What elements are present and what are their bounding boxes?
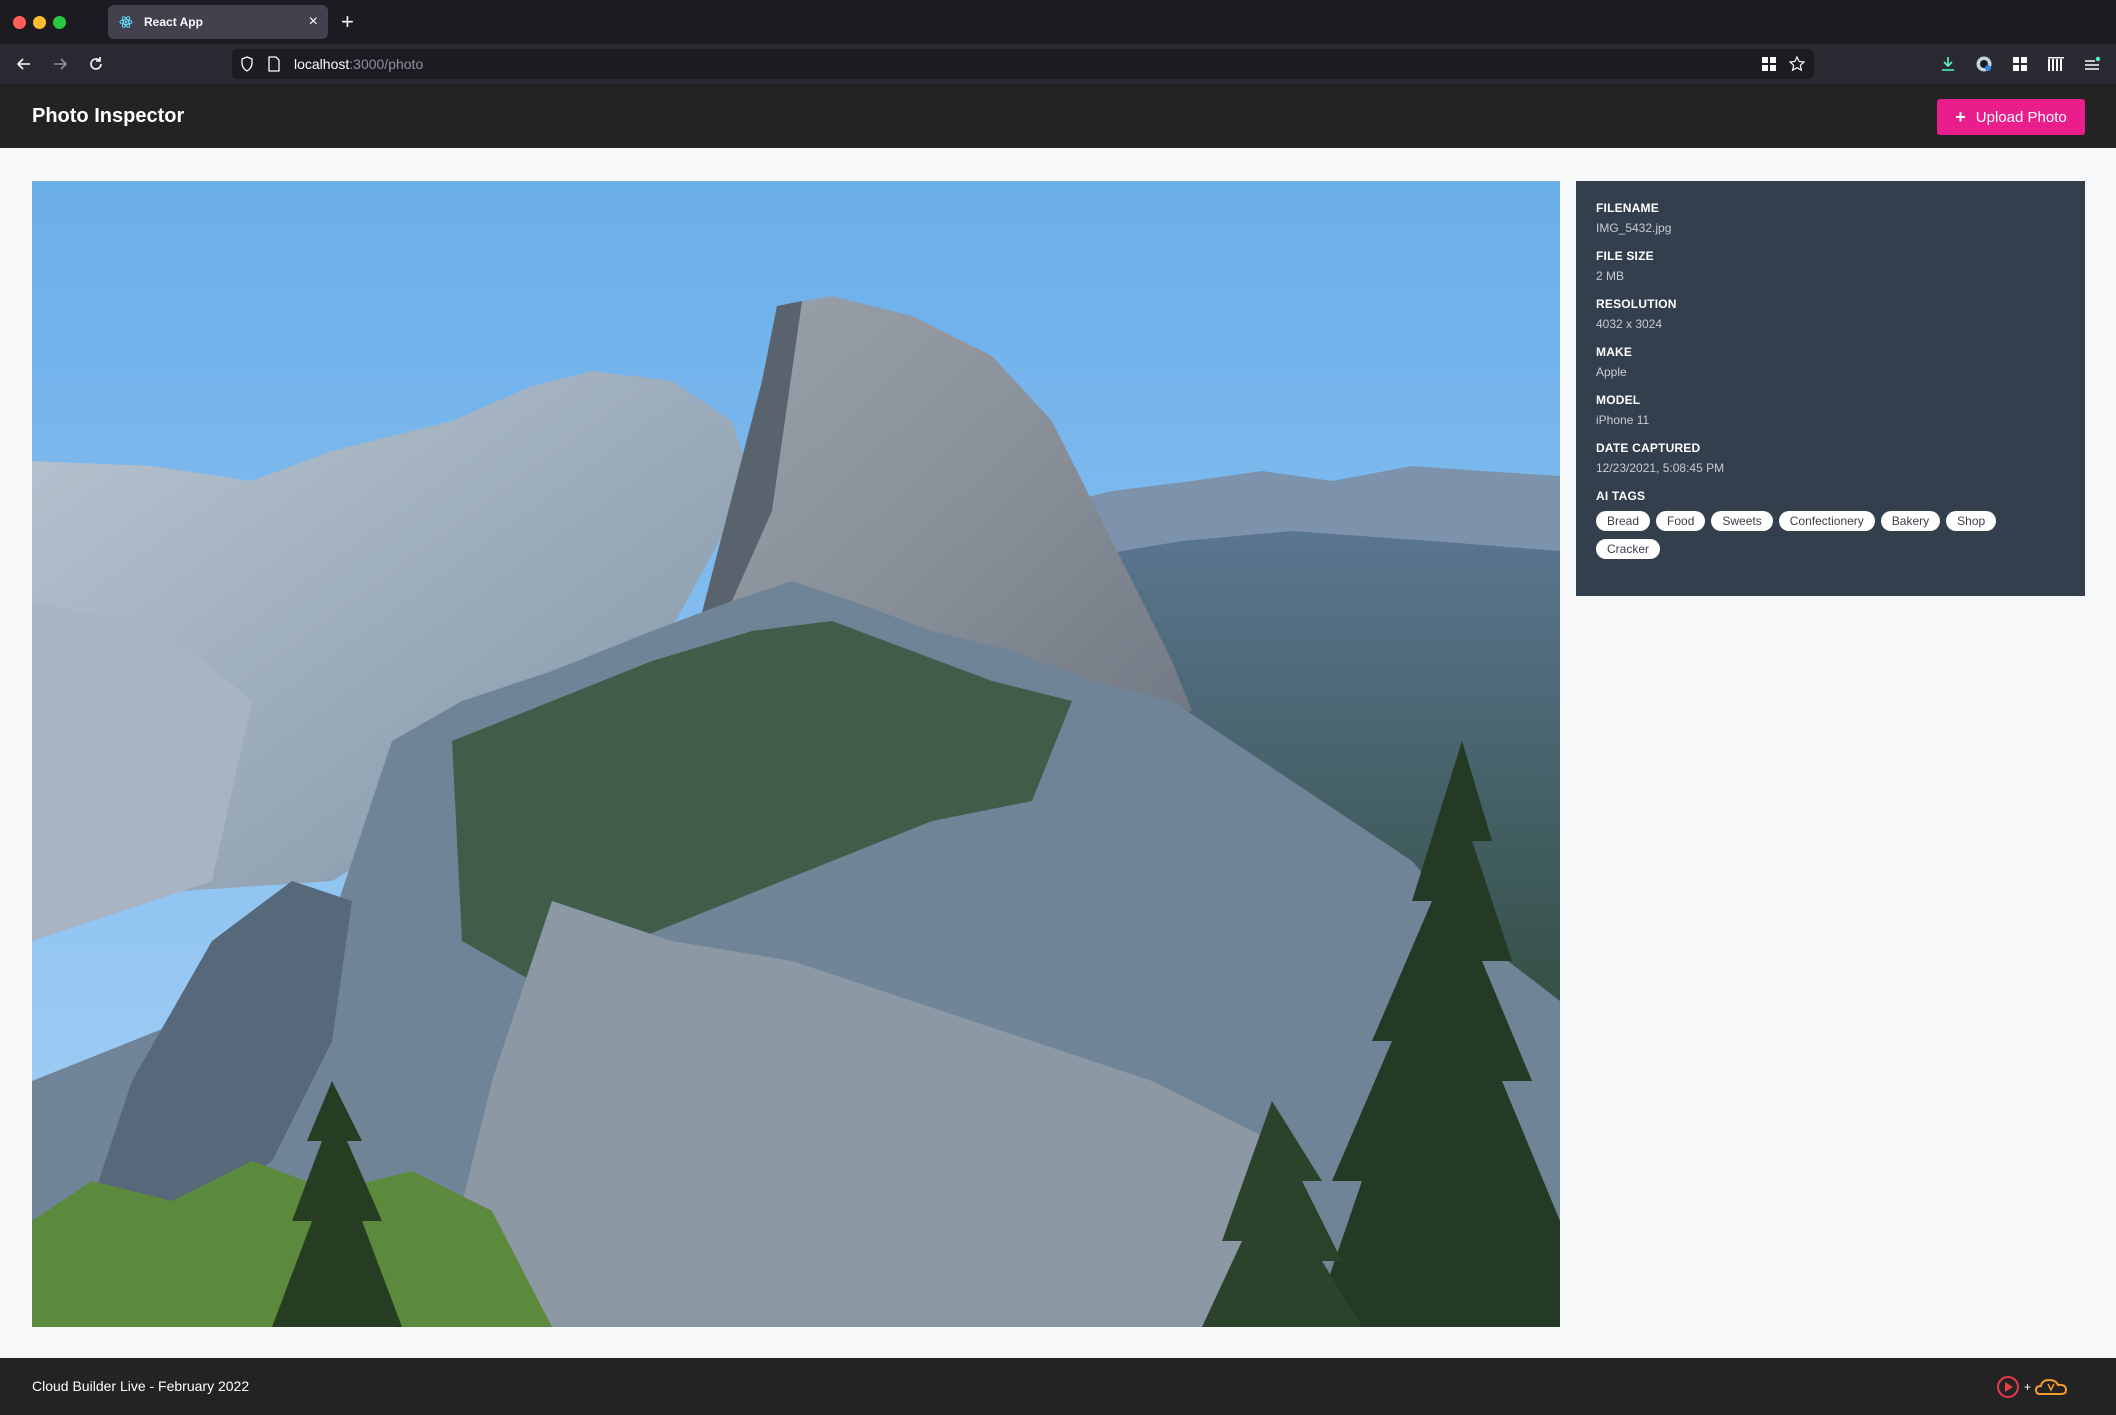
date-captured-value: 12/23/2021, 5:08:45 PM (1596, 461, 1725, 475)
main-content: FILENAME IMG_5432.jpg FILE SIZE 2 MB RES… (0, 148, 2116, 1358)
reload-icon[interactable] (84, 52, 108, 76)
cloud-logo-icon (2034, 1378, 2068, 1395)
shield-icon[interactable] (240, 56, 254, 77)
ai-tag: Shop (1946, 511, 1997, 531)
model-label: MODEL (1596, 393, 1641, 407)
back-icon[interactable] (12, 52, 36, 76)
browser-tab-bar: React App × + (0, 0, 2116, 44)
url-path: :3000/photo (349, 56, 424, 72)
download-icon[interactable] (1936, 52, 1960, 76)
plus-icon: + (1955, 107, 1966, 127)
address-bar[interactable]: localhost:3000/photo (232, 49, 1814, 79)
tab-close-icon[interactable]: × (309, 14, 318, 30)
forward-icon[interactable] (48, 52, 72, 76)
window-close-button[interactable] (13, 16, 26, 29)
tab-title: React App (144, 15, 203, 29)
date-captured-label: DATE CAPTURED (1596, 441, 1701, 455)
filesize-label: FILE SIZE (1596, 249, 1654, 263)
filesize-value: 2 MB (1596, 269, 1625, 283)
browser-nav-bar: localhost:3000/photo (0, 44, 2116, 84)
bookmark-star-icon[interactable] (1788, 55, 1806, 73)
filename-value: IMG_5432.jpg (1596, 221, 1672, 235)
browser-tab[interactable]: React App × (108, 5, 328, 39)
ai-tag: Bakery (1880, 511, 1941, 531)
url-text[interactable]: localhost:3000/photo (294, 56, 423, 72)
url-host: localhost (294, 56, 350, 72)
mountain-landscape-photo (32, 181, 1560, 1327)
react-icon (118, 14, 134, 30)
resolution-value: 4032 x 3024 (1596, 317, 1663, 331)
ai-tags-list: Bread Food Sweets Confectionery Bakery S… (1596, 511, 2016, 559)
make-value: Apple (1596, 365, 1627, 379)
metadata-panel: FILENAME IMG_5432.jpg FILE SIZE 2 MB RES… (1576, 181, 2085, 596)
footer-logos: + (1996, 1372, 2086, 1402)
window-zoom-button[interactable] (53, 16, 66, 29)
resolution-label: RESOLUTION (1596, 297, 1677, 311)
library-icon[interactable] (2044, 52, 2068, 76)
ai-tag: Cracker (1596, 539, 1661, 559)
app-footer: Cloud Builder Live - February 2022 + (0, 1358, 2116, 1415)
play-logo-icon (1997, 1376, 2019, 1398)
page-icon[interactable] (268, 56, 280, 77)
app-header: Photo Inspector + Upload Photo (0, 84, 2116, 148)
model-value: iPhone 11 (1596, 413, 1650, 427)
menu-icon[interactable] (2080, 52, 2104, 76)
account-icon[interactable] (1972, 52, 1996, 76)
ai-tag: Sweets (1711, 511, 1773, 531)
upload-photo-label: Upload Photo (1975, 108, 2067, 126)
ai-tags-label: AI TAGS (1596, 489, 1646, 503)
grid-icon[interactable] (1760, 55, 1778, 73)
ai-tag: Food (1656, 511, 1706, 531)
ai-tag: Confectionery (1778, 511, 1875, 531)
new-tab-icon[interactable]: + (341, 8, 354, 36)
make-label: MAKE (1596, 345, 1633, 359)
page-title: Photo Inspector (32, 105, 185, 127)
svg-text:+: + (2024, 1380, 2031, 1394)
extensions-icon[interactable] (2008, 52, 2032, 76)
upload-photo-button[interactable]: + Upload Photo (1937, 99, 2085, 135)
ai-tag: Bread (1596, 511, 1651, 531)
filename-label: FILENAME (1596, 201, 1659, 215)
window-minimize-button[interactable] (33, 16, 46, 29)
footer-text: Cloud Builder Live - February 2022 (32, 1378, 250, 1394)
